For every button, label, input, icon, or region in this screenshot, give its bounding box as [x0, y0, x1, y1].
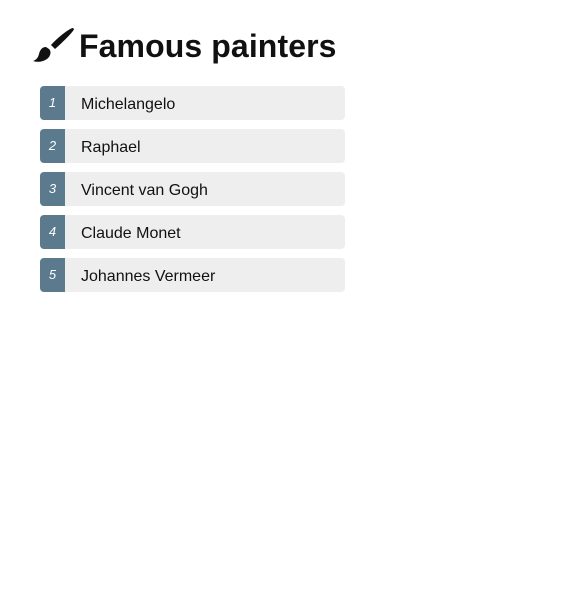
item-label: Vincent van Gogh	[81, 182, 208, 199]
item-number: 2	[40, 129, 65, 163]
list-item: 5 Johannes Vermeer	[40, 258, 345, 292]
item-label: Michelangelo	[81, 96, 176, 113]
item-number: 1	[40, 86, 65, 120]
item-number: 5	[40, 258, 65, 292]
item-label: Raphael	[81, 139, 141, 156]
list-item: 2 Raphael	[40, 129, 345, 163]
page-title: Famous painters	[79, 28, 337, 64]
paintbrush-icon	[33, 28, 74, 62]
painters-list: 1 Michelangelo 2 Raphael 3 Vincent van G…	[40, 86, 345, 301]
list-item: 3 Vincent van Gogh	[40, 172, 345, 206]
list-item: 1 Michelangelo	[40, 86, 345, 120]
item-label: Claude Monet	[81, 225, 181, 242]
item-number: 4	[40, 215, 65, 249]
page-header: Famous painters	[33, 26, 337, 66]
item-number: 3	[40, 172, 65, 206]
list-item: 4 Claude Monet	[40, 215, 345, 249]
item-label: Johannes Vermeer	[81, 268, 216, 285]
